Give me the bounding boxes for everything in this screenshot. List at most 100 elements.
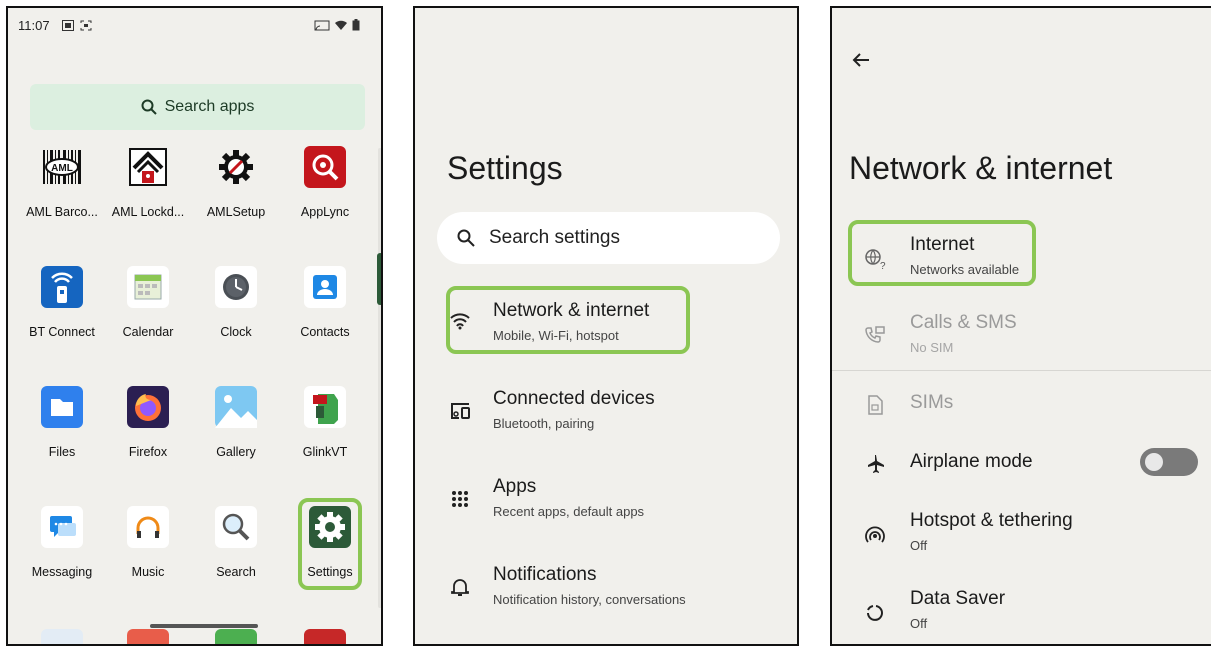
music-icon <box>127 506 169 548</box>
search-icon <box>457 229 475 247</box>
page-title: Network & internet <box>849 150 1113 186</box>
app-label: AML Lockd... <box>111 205 185 219</box>
network-item-subtitle: Off <box>910 538 928 553</box>
network-highlight <box>446 286 690 354</box>
app-label: AML Barco... <box>26 205 98 219</box>
status-time: 11:07 <box>18 18 50 33</box>
app-label: Calendar <box>122 325 174 339</box>
app-amlsetup[interactable]: AMLSetup <box>192 146 280 219</box>
scrollbar-thumb[interactable] <box>377 253 381 305</box>
settings-item-title: Apps <box>493 476 537 497</box>
app-search[interactable]: Search <box>192 506 280 579</box>
app-label: AMLSetup <box>206 205 266 219</box>
gesture-handle[interactable] <box>150 624 258 628</box>
scrollbar-track[interactable] <box>378 148 381 608</box>
files-icon <box>41 386 83 428</box>
bt-connect-icon <box>41 266 83 308</box>
app-label: AppLync <box>300 205 350 219</box>
app-label: Music <box>131 565 165 579</box>
bell-icon <box>447 574 473 600</box>
cast-icon <box>314 19 330 31</box>
app-label: Messaging <box>31 565 93 579</box>
network-item-title: Hotspot & tethering <box>910 510 1073 531</box>
search-apps-placeholder: Search apps <box>164 98 255 115</box>
page-title: Settings <box>447 150 563 186</box>
app-label: Files <box>48 445 76 459</box>
app-label: Firefox <box>128 445 168 459</box>
app-label: Search <box>216 565 256 579</box>
app-label: Clock <box>220 325 252 339</box>
sim-card-icon <box>862 392 888 418</box>
network-item-subtitle: Off <box>910 616 928 631</box>
search-app-icon <box>215 506 257 548</box>
hotspot-icon <box>862 522 888 548</box>
settings-item-subtitle: Bluetooth, pairing <box>493 416 595 431</box>
glinkvt-icon <box>304 386 346 428</box>
wifi-status-icon <box>334 19 347 30</box>
network-item-title: Calls & SMS <box>910 312 1017 333</box>
data-saver-icon <box>862 600 888 626</box>
airplane-icon <box>862 451 888 477</box>
airplane-mode-toggle[interactable] <box>1140 448 1198 476</box>
calls-sms-icon <box>862 322 888 348</box>
aml-setup-icon <box>215 146 257 188</box>
settings-item-title: Connected devices <box>493 388 655 409</box>
app-files[interactable]: Files <box>18 386 106 459</box>
app-label: BT Connect <box>29 325 95 339</box>
app-label: Contacts <box>300 325 350 339</box>
status-bar: 11:07 <box>16 16 371 36</box>
aml-lockdown-icon <box>127 146 169 188</box>
app-applync[interactable]: AppLync <box>281 146 369 219</box>
toggle-knob <box>1145 453 1163 471</box>
network-item-subtitle: No SIM <box>910 340 954 355</box>
search-icon <box>141 99 157 115</box>
back-arrow-icon[interactable] <box>852 52 870 73</box>
gallery-icon <box>215 386 257 428</box>
app-aml-barcode[interactable]: AML AML Barco... <box>18 146 106 219</box>
apps-grid-icon <box>447 486 473 512</box>
aml-barcode-icon: AML <box>41 146 83 188</box>
network-item-title: Data Saver <box>910 588 1006 609</box>
divider <box>832 370 1211 371</box>
search-apps-bar[interactable]: Search apps <box>30 84 365 130</box>
app-music[interactable]: Music <box>104 506 192 579</box>
app-gallery[interactable]: Gallery <box>192 386 280 459</box>
svg-text:AML: AML <box>51 163 73 174</box>
network-internet-screen: Network & internet ? Internet Networks a… <box>830 6 1211 646</box>
settings-item-title: Notifications <box>493 564 597 585</box>
settings-screen: Settings Search settings Network & inter… <box>413 6 799 646</box>
app-label: GlinkVT <box>302 445 348 459</box>
next-row-app-tile <box>215 629 257 644</box>
notification-icon <box>62 19 74 31</box>
app-contacts[interactable]: Contacts <box>281 266 369 339</box>
internet-highlight <box>848 220 1036 286</box>
app-calendar[interactable]: Calendar <box>104 266 192 339</box>
app-messaging[interactable]: Messaging <box>18 506 106 579</box>
app-drawer-screen: 11:07 Search apps AML AML Barco... AML L… <box>6 6 383 646</box>
settings-item-subtitle: Notification history, conversations <box>493 592 686 607</box>
next-row-app-tile <box>304 629 346 644</box>
messaging-icon <box>41 506 83 548</box>
app-label: Gallery <box>216 445 256 459</box>
network-item-title: Airplane mode <box>910 451 1033 472</box>
search-settings-placeholder: Search settings <box>489 227 620 248</box>
next-row-app-tile <box>127 629 169 644</box>
network-item-title: SIMs <box>910 392 954 413</box>
next-row-app-tile <box>41 629 83 644</box>
clock-icon <box>215 266 257 308</box>
connected-devices-icon <box>447 398 473 424</box>
settings-highlight <box>298 498 362 590</box>
app-bt-connect[interactable]: BT Connect <box>18 266 106 339</box>
calendar-icon <box>127 266 169 308</box>
applync-icon <box>304 146 346 188</box>
app-aml-lockdown[interactable]: AML Lockd... <box>104 146 192 219</box>
contacts-icon <box>304 266 346 308</box>
battery-icon <box>352 19 360 31</box>
app-glinkvt[interactable]: GlinkVT <box>281 386 369 459</box>
search-settings-bar[interactable]: Search settings <box>437 212 780 264</box>
app-firefox[interactable]: Firefox <box>104 386 192 459</box>
firefox-icon <box>127 386 169 428</box>
settings-item-subtitle: Recent apps, default apps <box>493 504 645 519</box>
screenshot-icon <box>80 19 92 31</box>
app-clock[interactable]: Clock <box>192 266 280 339</box>
